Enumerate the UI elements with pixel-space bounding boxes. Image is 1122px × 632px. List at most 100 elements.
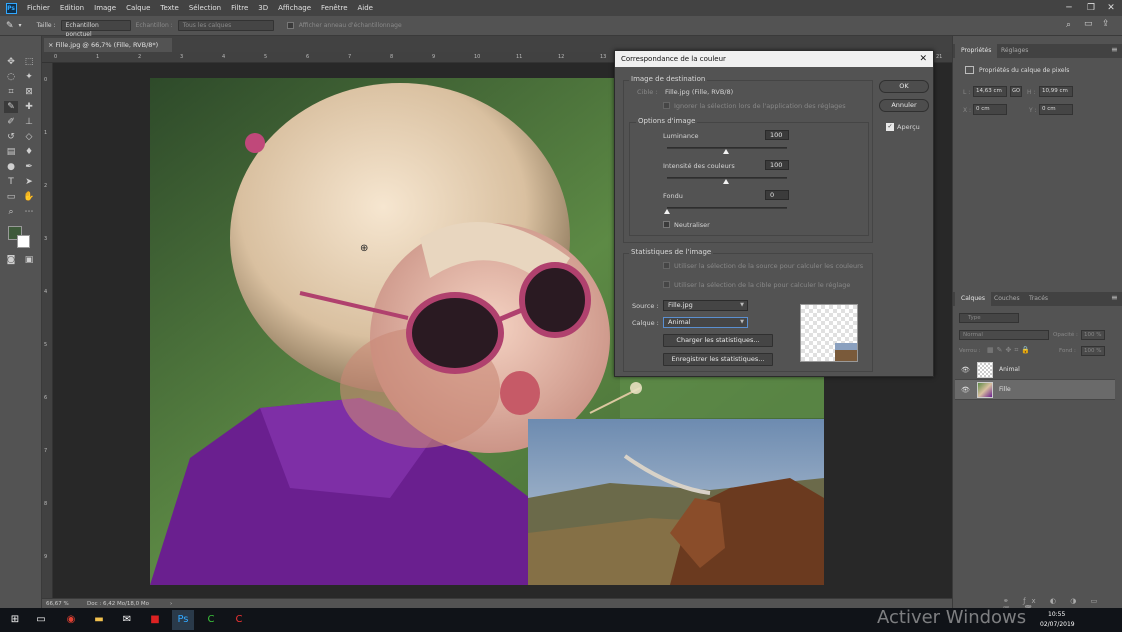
healing-tool-icon[interactable]: ✚ [22,101,36,113]
history-brush-tool-icon[interactable]: ↺ [4,131,18,143]
zoom-tool-icon[interactable]: ⌕ [4,206,18,218]
fade-slider-thumb[interactable] [664,209,670,214]
neutralize-checkbox[interactable] [663,221,670,228]
quick-mask-icon[interactable]: ◙ [4,254,18,266]
share-icon[interactable]: ⇪ [1102,19,1110,29]
preview-checkbox[interactable]: ✓ [886,123,894,131]
crop-tool-icon[interactable]: ⌗ [4,86,18,98]
load-stats-button[interactable]: Charger les statistiques... [663,334,773,347]
menu-edit[interactable]: Edition [55,0,89,16]
chrome-icon[interactable]: ◉ [60,610,82,630]
tab-paths[interactable]: Tracés [1023,292,1054,306]
shape-tool-icon[interactable]: ▭ [4,191,18,203]
gradient-tool-icon[interactable]: ▤ [4,146,18,158]
camtasia-icon[interactable]: C [200,610,222,630]
lock-icons[interactable]: ▦✎✥⌗🔒 [987,346,1033,355]
save-stats-button[interactable]: Enregistrer les statistiques... [663,353,773,366]
screen-mode-icon[interactable]: ▣ [22,254,36,266]
tab-layers[interactable]: Calques [955,292,991,306]
menu-3d[interactable]: 3D [253,0,273,16]
tab-adjustments[interactable]: Réglages [995,44,1034,58]
move-tool-icon[interactable]: ✥ [4,56,18,68]
layer-dropdown[interactable]: Animal ▼ [663,317,748,328]
menu-view[interactable]: Affichage [273,0,316,16]
minimize-icon[interactable]: ─ [1058,0,1080,16]
layer-row-fille[interactable]: 👁 Fille [955,380,1115,400]
quick-select-tool-icon[interactable]: ✦ [22,71,36,83]
visibility-eye-icon[interactable]: 👁 [961,366,970,374]
eraser-tool-icon[interactable]: ◇ [22,131,36,143]
link-dimensions-button[interactable]: GO [1010,86,1022,97]
task-view-icon[interactable]: ▭ [30,610,52,630]
layer-filter-input[interactable]: Type [959,313,1019,323]
use-source-selection-checkbox[interactable] [663,262,670,269]
pen-tool-icon[interactable]: ✒ [22,161,36,173]
type-tool-icon[interactable]: T [4,176,18,188]
recorder-icon[interactable]: C [228,610,250,630]
color-intensity-slider-thumb[interactable] [723,179,729,184]
app-red-icon[interactable]: ■ [144,610,166,630]
layers-menu-icon[interactable]: ≡ [1111,293,1118,302]
path-select-tool-icon[interactable]: ➤ [22,176,36,188]
menu-filter[interactable]: Filtre [226,0,253,16]
marquee-tool-icon[interactable]: ⬚ [22,56,36,68]
luminance-slider-thumb[interactable] [723,149,729,154]
luminance-input[interactable]: 100 [765,130,789,140]
menu-layer[interactable]: Calque [121,0,155,16]
menu-type[interactable]: Texte [155,0,183,16]
sample-source-select[interactable]: Tous les calques [177,20,274,31]
document-tab[interactable]: × Fille.jpg @ 66,7% (Fille, RVB/8*) [44,38,172,52]
eyedropper-tool-icon[interactable]: ✎ [6,21,14,31]
layer-row-animal[interactable]: 👁 Animal [955,360,1115,380]
show-ring-checkbox[interactable] [286,22,294,29]
eyedropper-tool-icon[interactable]: ✎ [4,101,18,113]
x-input[interactable]: 0 cm [973,104,1007,115]
color-intensity-input[interactable]: 100 [765,160,789,170]
stamp-tool-icon[interactable]: ⊥ [22,116,36,128]
lasso-tool-icon[interactable]: ◌ [4,71,18,83]
fill-input[interactable]: 100 % [1081,346,1105,356]
restore-icon[interactable]: ❐ [1080,0,1102,16]
panel-menu-icon[interactable]: ≡ [1111,45,1118,54]
mail-icon[interactable]: ✉ [116,610,138,630]
visibility-eye-icon[interactable]: 👁 [961,386,970,394]
photoshop-taskbar-icon[interactable]: Ps [172,610,194,630]
fade-slider-track[interactable] [667,207,787,209]
menu-help[interactable]: Aide [353,0,378,16]
menu-window[interactable]: Fenêtre [316,0,352,16]
sample-size-select[interactable]: Echantillon ponctuel [60,20,131,38]
file-explorer-icon[interactable]: ▬ [88,610,110,630]
close-window-icon[interactable]: ✕ [1100,0,1122,16]
cancel-button[interactable]: Annuler [879,99,929,112]
width-input[interactable]: 14,63 cm [973,86,1007,97]
more-tools-icon[interactable]: ⋯ [22,206,36,218]
blur-tool-icon[interactable]: ♦ [22,146,36,158]
hand-tool-icon[interactable]: ✋ [22,191,36,203]
tab-properties[interactable]: Propriétés [955,44,998,58]
use-target-selection-checkbox[interactable] [663,281,670,288]
menu-image[interactable]: Image [89,0,121,16]
close-tab-icon[interactable]: × [48,41,56,49]
clock-date[interactable]: 02/07/2019 [1040,621,1075,628]
ok-button[interactable]: OK [879,80,929,93]
dialog-close-icon[interactable]: ✕ [919,51,927,67]
dodge-tool-icon[interactable]: ● [4,161,18,173]
workspace-icon[interactable]: ▭ [1084,19,1093,29]
brush-tool-icon[interactable]: ✐ [4,116,18,128]
background-color-swatch[interactable] [17,235,30,248]
frame-tool-icon[interactable]: ⊠ [22,86,36,98]
menu-file[interactable]: Fichier [22,0,55,16]
windows-start-icon[interactable]: ⊞ [4,610,26,630]
fade-input[interactable]: 0 [765,190,789,200]
source-dropdown[interactable]: Fille.jpg ▼ [663,300,748,311]
y-input[interactable]: 0 cm [1039,104,1073,115]
blend-mode-select[interactable]: Normal [959,330,1049,340]
tab-channels[interactable]: Couches [988,292,1026,306]
ignore-selection-checkbox[interactable] [663,102,670,109]
menu-select[interactable]: Sélection [184,0,226,16]
height-input[interactable]: 10,99 cm [1039,86,1073,97]
tool-preset-arrow-icon[interactable]: ▾ [19,22,22,29]
clock-time[interactable]: 10:55 [1048,611,1065,618]
opacity-input[interactable]: 100 % [1081,330,1105,340]
search-icon[interactable]: ⌕ [1066,20,1071,30]
